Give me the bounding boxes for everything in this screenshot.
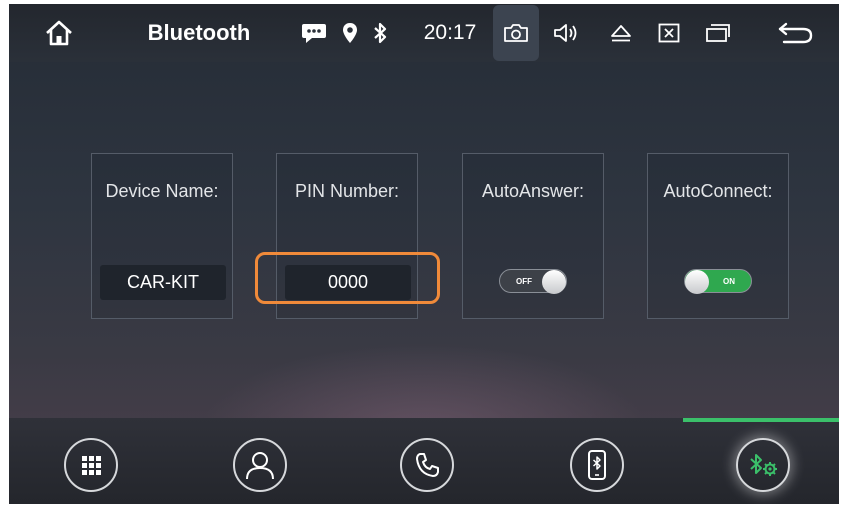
- bluetooth-icon: [370, 4, 390, 62]
- status-bar: Bluetooth 20:17: [9, 4, 839, 62]
- message-icon: [299, 4, 329, 62]
- bluetooth-settings-icon: [746, 449, 780, 481]
- home-icon[interactable]: [39, 4, 79, 62]
- active-tab-indicator: [683, 418, 839, 422]
- auto-connect-label: AutoConnect:: [663, 181, 773, 201]
- back-icon[interactable]: [775, 4, 817, 62]
- phone-icon: [413, 451, 441, 479]
- camera-icon[interactable]: [493, 5, 539, 61]
- auto-answer-label: AutoAnswer:: [481, 181, 585, 201]
- eject-icon[interactable]: [607, 4, 635, 62]
- toggle-off-text: OFF: [516, 277, 532, 286]
- auto-answer-toggle[interactable]: OFF: [499, 269, 567, 294]
- phone-bluetooth-button[interactable]: [570, 438, 624, 492]
- device-name-label: Device Name:: [105, 181, 219, 201]
- auto-answer-card: AutoAnswer: OFF: [462, 153, 604, 319]
- toggle-on-text: ON: [723, 277, 735, 286]
- phone-bluetooth-icon: [584, 449, 610, 481]
- volume-icon[interactable]: [552, 4, 582, 62]
- bluetooth-settings-screen: Bluetooth 20:17 Device Name: CAR-KIT PIN…: [9, 4, 839, 504]
- toggle-knob: [685, 270, 709, 294]
- device-name-field[interactable]: CAR-KIT: [100, 265, 226, 300]
- bluetooth-settings-button[interactable]: [736, 438, 790, 492]
- apps-grid-button[interactable]: [64, 438, 118, 492]
- auto-connect-card: AutoConnect: ON: [647, 153, 789, 319]
- pin-number-label: PIN Number:: [294, 181, 400, 201]
- close-window-icon[interactable]: [655, 4, 683, 62]
- location-pin-icon: [340, 4, 360, 62]
- phone-button[interactable]: [400, 438, 454, 492]
- contacts-icon: [243, 448, 277, 482]
- recent-apps-icon[interactable]: [703, 4, 733, 62]
- pin-field-highlight: [255, 252, 440, 304]
- auto-connect-toggle[interactable]: ON: [684, 269, 752, 294]
- clock: 20:17: [423, 21, 477, 44]
- toggle-knob: [542, 270, 566, 294]
- contacts-button[interactable]: [233, 438, 287, 492]
- device-name-card: Device Name: CAR-KIT: [91, 153, 233, 319]
- apps-grid-icon: [79, 453, 103, 477]
- page-title: Bluetooth: [147, 20, 251, 45]
